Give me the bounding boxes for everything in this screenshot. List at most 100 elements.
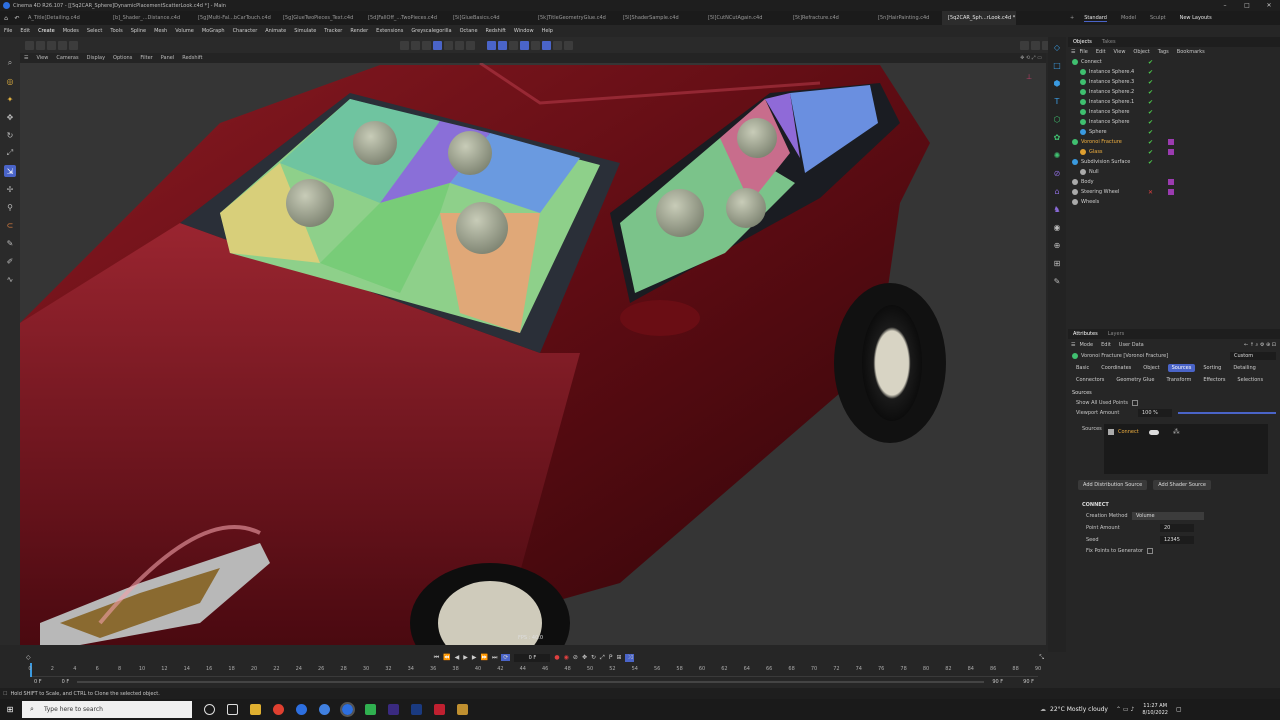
weather-text[interactable]: 22°C Mostly cloudy [1050,706,1108,713]
menu-greyscalegorilla[interactable]: Greyscalegorilla [411,28,451,34]
point-amount-field[interactable]: 20 [1160,524,1194,532]
menu-octane[interactable]: Octane [460,28,478,34]
doc-tab[interactable]: [5g]GlueTwoPieces_Text.c4d [277,11,362,25]
taskbar-search[interactable]: ⌕ Type here to search [22,701,192,718]
tab-transform[interactable]: Transform [1162,376,1195,384]
enabled-check-icon[interactable]: ✔ [1148,89,1153,96]
param-key-icon[interactable]: P [609,654,613,661]
material-tag-icon[interactable] [1168,179,1174,185]
menu-select[interactable]: Select [87,28,102,34]
doc-tab-active[interactable]: [5q2CAR_Sph...rLook.c4d * [942,11,1016,25]
tray-icons[interactable]: ⌃ ▭ ♪ [1116,706,1134,713]
home-icon[interactable]: ⌂ [0,15,12,22]
move-tool-icon[interactable]: ✥ [4,111,16,123]
attributes-menu-edit[interactable]: Edit [1101,342,1111,348]
render-view-icon[interactable] [487,40,496,50]
loop-icon[interactable]: ⟳ [501,654,511,661]
menu-tools[interactable]: Tools [110,28,122,34]
generator-icon[interactable]: ⬢ [1051,77,1063,89]
menu-modes[interactable]: Modes [63,28,79,34]
task-view-icon[interactable] [227,704,238,715]
enabled-check-icon[interactable]: ✔ [1148,149,1153,156]
object-row-instance-sphere[interactable]: Instance Sphere.1 ✔ [1072,97,1280,107]
enabled-check-icon[interactable]: ✔ [1148,159,1153,166]
enabled-check-icon[interactable]: ✔ [1148,139,1153,146]
undo-icon[interactable]: ↶ [12,15,22,22]
menu-character[interactable]: Character [233,28,258,34]
range-end-2[interactable]: 90 F [1023,679,1034,685]
doc-tab[interactable]: [5n]HairPainting.c4d [872,11,942,25]
tab-selections[interactable]: Selections [1233,376,1267,384]
solo-icon[interactable] [455,40,464,50]
creation-method-select[interactable]: Volume [1132,512,1204,520]
tab-sources[interactable]: Sources [1167,364,1196,372]
app-red-icon[interactable] [434,704,445,715]
menu-help[interactable]: Help [542,28,553,34]
view-menu-redshift[interactable]: Redshift [182,55,202,61]
enabled-check-icon[interactable]: ✔ [1148,99,1153,106]
menu-mesh[interactable]: Mesh [154,28,167,34]
maximize-button[interactable]: □ [1236,2,1258,9]
object-row-voronoi-fracture[interactable]: Voronoi Fracture ✔ [1072,137,1280,147]
viewport-layout-icon[interactable] [1031,40,1040,50]
objects-menu-icon[interactable]: ☰ [1071,49,1075,55]
fullscreen-timeline-icon[interactable]: ⤡ [1039,654,1044,662]
menu-file[interactable]: File [4,28,12,34]
render-icon[interactable]: ✎ [1051,275,1063,287]
view-menu-view[interactable]: View [36,55,48,61]
render-settings-icon[interactable] [553,40,562,50]
coordinate-system-icon[interactable] [69,40,78,50]
object-row-null[interactable]: Null [1072,167,1280,177]
cortana-icon[interactable] [204,704,215,715]
grid-icon[interactable] [509,40,518,50]
rotate-tool-icon[interactable]: ↻ [4,129,16,141]
object-row-subdivision-surface[interactable]: Subdivision Surface ✔ [1072,157,1280,167]
add-tab-icon[interactable]: + [1070,15,1074,21]
play-icon[interactable]: ▶ [463,654,468,661]
viewport-nav-icons[interactable]: ✥ ⟲ ⤢ ▭ [1020,55,1042,61]
material-tag-icon[interactable] [1168,139,1174,145]
doc-tab[interactable]: [5t]Refracture.c4d [787,11,872,25]
material-icon[interactable]: ⊞ [1051,257,1063,269]
chrome-icon[interactable] [273,704,284,715]
render-queue-icon[interactable] [564,40,573,50]
cinema4d-icon[interactable] [296,704,307,715]
doc-tab[interactable]: [5l]ShaderSample.c4d [617,11,702,25]
menu-spline[interactable]: Spline [131,28,146,34]
tab-coordinates[interactable]: Coordinates [1097,364,1135,372]
object-row-instance-sphere[interactable]: Instance Sphere.3 ✔ [1072,77,1280,87]
texture-mode-icon[interactable] [444,40,453,50]
lock-icon[interactable] [531,40,540,50]
viewport[interactable]: FPS : 40.0 ⊥ [20,63,1046,645]
object-row-instance-sphere[interactable]: Instance Sphere.2 ✔ [1072,87,1280,97]
tab-takes[interactable]: Takes [1102,39,1116,45]
menu-animate[interactable]: Animate [265,28,286,34]
deformer-icon[interactable]: ✿ [1051,131,1063,143]
viewport-amount-field[interactable]: 100 % [1138,409,1172,417]
menu-simulate[interactable]: Simulate [294,28,316,34]
objects-menu-edit[interactable]: Edit [1096,49,1106,55]
tag-icon[interactable]: ⌂ [1051,185,1063,197]
view-menu-options[interactable]: Options [113,55,132,61]
tab-effectors[interactable]: Effectors [1199,376,1229,384]
keyframe-icon[interactable]: ◇ [26,654,31,661]
doc-tab[interactable]: [5l]CutNCutAgain.c4d [702,11,787,25]
x-axis-icon[interactable] [36,40,45,50]
points-mode-icon[interactable] [400,40,409,50]
workplane-icon[interactable] [520,40,529,50]
goto-start-icon[interactable]: ⏮ [434,654,439,662]
close-button[interactable]: ✕ [1258,2,1280,9]
attributes-nav-icons[interactable]: ← ↑ ⌕ ⚙ ⊕ ⊡ [1244,342,1276,348]
autokey-icon[interactable]: ◉ [564,654,569,661]
windows-start-icon[interactable]: ⊞ [0,705,20,714]
range-bar[interactable] [77,681,985,683]
field-icon[interactable]: ✺ [1051,149,1063,161]
doc-tab[interactable]: [b]_Shader_...Distance.c4d [107,11,192,25]
enabled-check-icon[interactable]: ✔ [1148,59,1153,66]
new-layouts-button[interactable]: New Layouts [1180,15,1212,21]
menu-extensions[interactable]: Extensions [376,28,403,34]
cinema4d-alt-icon[interactable] [319,704,330,715]
attributes-menu-icon[interactable]: ☰ [1071,342,1075,348]
rotation-key-icon[interactable]: ↻ [591,654,596,661]
live-select-icon[interactable]: ✦ [4,93,16,105]
